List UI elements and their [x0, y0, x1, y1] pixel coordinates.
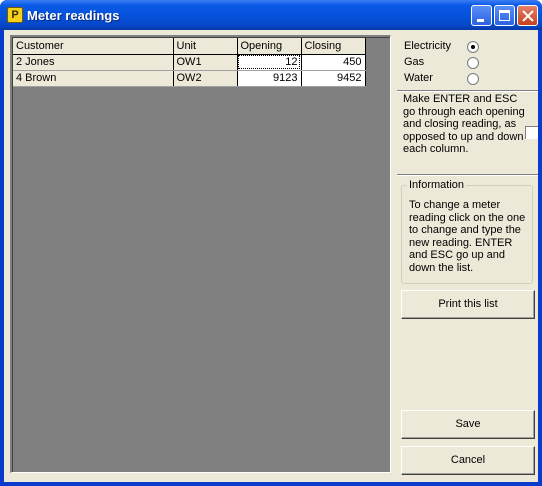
electricity-radio[interactable]	[467, 41, 479, 53]
opening-reading-cell[interactable]: 12	[237, 54, 302, 71]
water-label[interactable]: Water	[404, 72, 433, 84]
enter-esc-option-label[interactable]: Make ENTER and ESC go through each openi…	[403, 93, 525, 156]
meter-readings-window: P Meter readings Customer Unit Opening C…	[0, 0, 542, 486]
closing-reading-cell[interactable]: 450	[301, 54, 366, 71]
title-bar[interactable]: P Meter readings	[0, 0, 542, 30]
divider	[397, 174, 538, 176]
divider	[397, 90, 538, 92]
save-button[interactable]: Save	[401, 410, 535, 439]
app-icon: P	[7, 7, 23, 23]
cancel-button[interactable]: Cancel	[401, 446, 535, 475]
unit-cell[interactable]: OW1	[173, 54, 238, 71]
table-header: Customer Unit Opening Closing	[13, 38, 366, 55]
close-button[interactable]	[517, 5, 538, 26]
customer-cell[interactable]: 4 Brown	[13, 70, 174, 87]
print-list-button[interactable]: Print this list	[401, 290, 535, 319]
electricity-label[interactable]: Electricity	[404, 40, 451, 52]
readings-grid[interactable]: Customer Unit Opening Closing 2 Jones OW…	[10, 35, 391, 473]
table-row[interactable]: 2 Jones OW1 12 450	[13, 54, 366, 71]
maximize-button[interactable]	[494, 5, 515, 26]
customer-cell[interactable]: 2 Jones	[13, 54, 174, 71]
closing-reading-cell[interactable]: 9452	[301, 70, 366, 87]
unit-cell[interactable]: OW2	[173, 70, 238, 87]
enter-esc-checkbox[interactable]	[525, 126, 538, 139]
dialog-body: Customer Unit Opening Closing 2 Jones OW…	[4, 30, 538, 482]
column-header-closing[interactable]: Closing	[301, 38, 366, 55]
opening-reading-cell[interactable]: 9123	[237, 70, 302, 87]
gas-radio[interactable]	[467, 57, 479, 69]
information-legend: Information	[407, 179, 467, 191]
minimize-button[interactable]	[471, 5, 492, 26]
readings-table: Customer Unit Opening Closing 2 Jones OW…	[13, 38, 366, 87]
window-title: Meter readings	[27, 8, 120, 23]
column-header-unit[interactable]: Unit	[173, 38, 238, 55]
information-text: To change a meter reading click on the o…	[409, 199, 526, 274]
gas-label[interactable]: Gas	[404, 56, 424, 68]
water-radio[interactable]	[467, 73, 479, 85]
column-header-customer[interactable]: Customer	[13, 38, 174, 55]
table-row[interactable]: 4 Brown OW2 9123 9452	[13, 70, 366, 87]
column-header-opening[interactable]: Opening	[237, 38, 302, 55]
